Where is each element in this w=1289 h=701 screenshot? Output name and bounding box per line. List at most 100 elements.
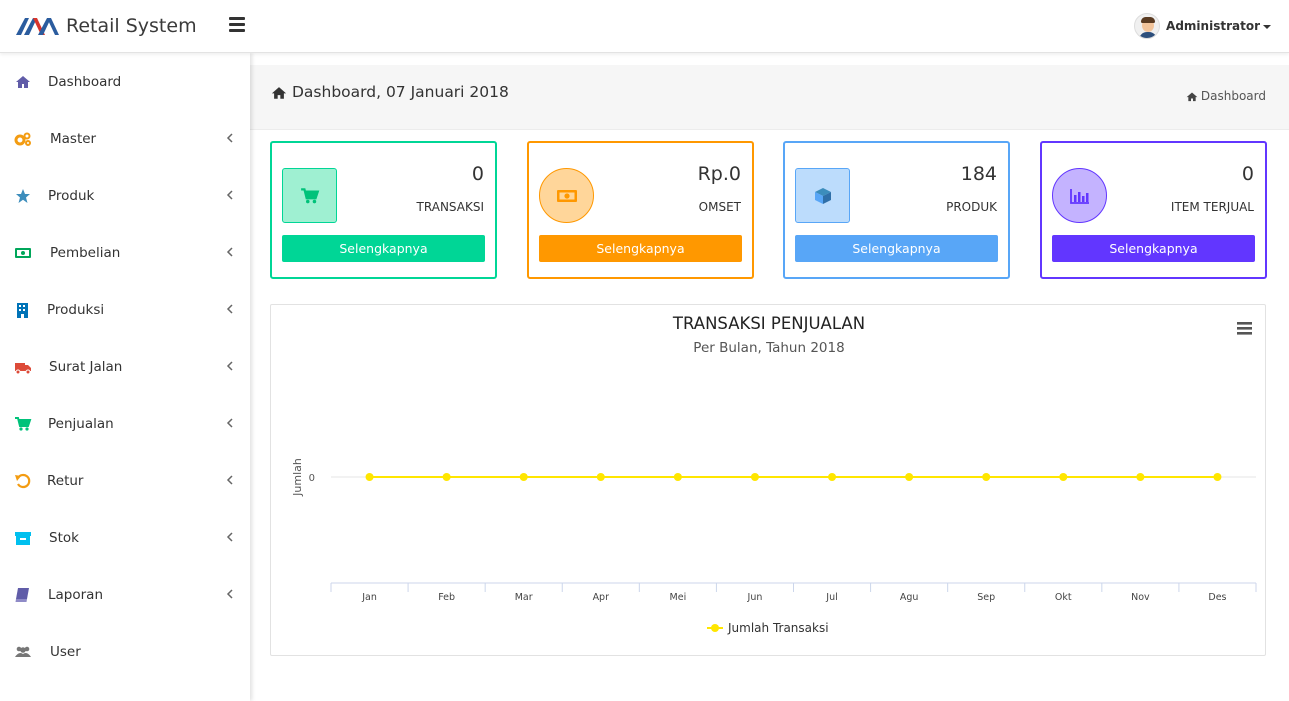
sidebar-item-label: User <box>50 644 81 660</box>
money-icon <box>556 189 577 202</box>
archive-icon <box>15 532 31 545</box>
y-tick-label: 0 <box>309 473 315 484</box>
chevron-left-icon <box>226 304 233 314</box>
selengkapnya-button[interactable]: Selengkapnya <box>795 235 998 262</box>
card-label: OMSET <box>698 200 741 214</box>
undo-icon <box>15 473 31 489</box>
card-value: Rp.0 <box>697 163 741 185</box>
sidebar-item-retur[interactable]: Retur <box>0 461 250 501</box>
sidebar-toggle-button[interactable] <box>229 17 245 33</box>
gears-icon <box>14 132 31 146</box>
sidebar-item-produk[interactable]: Produk <box>0 176 250 216</box>
money-icon <box>15 248 31 258</box>
selengkapnya-button[interactable]: Selengkapnya <box>539 235 742 262</box>
breadcrumb-item: Dashboard <box>1200 89 1266 103</box>
building-icon <box>17 303 28 318</box>
stat-card-omset: Rp.0 OMSET Selengkapnya <box>527 141 754 279</box>
page-title-text: Dashboard, 07 Januari 2018 <box>292 83 509 101</box>
sidebar-item-label: Penjualan <box>48 416 114 432</box>
data-point <box>365 473 374 481</box>
cart-icon <box>300 187 319 203</box>
data-point <box>828 473 837 481</box>
x-tick-label: Jun <box>747 592 763 603</box>
data-point <box>673 473 682 481</box>
bar-chart-icon <box>1069 188 1089 204</box>
x-tick-label: Apr <box>593 592 610 603</box>
chart-menu-button[interactable] <box>1237 322 1252 335</box>
chart-panel: TRANSAKSI PENJUALAN Per Bulan, Tahun 201… <box>270 304 1266 656</box>
users-icon <box>15 646 31 657</box>
breadcrumb[interactable]: Dashboard <box>1186 89 1266 103</box>
chart-title: TRANSAKSI PENJUALAN <box>672 314 865 333</box>
card-label: TRANSAKSI <box>416 200 484 214</box>
chart-subtitle: Per Bulan, Tahun 2018 <box>693 340 844 356</box>
stat-card-item-terjual: 0 ITEM TERJUAL Selengkapnya <box>1040 141 1267 279</box>
card-icon-box <box>282 168 337 223</box>
main-content: Dashboard, 07 Januari 2018 Dashboard 0 T… <box>250 53 1289 701</box>
x-tick-label: Mar <box>515 592 533 603</box>
card-icon-box <box>795 168 850 223</box>
x-tick-label: Mei <box>670 592 687 603</box>
card-icon-box <box>539 168 594 223</box>
data-point <box>519 473 528 481</box>
sidebar-item-produksi[interactable]: Produksi <box>0 290 250 330</box>
star-icon <box>16 189 30 203</box>
sidebar-item-label: Laporan <box>48 587 104 603</box>
brand-logo <box>16 18 59 35</box>
sidebar-item-pembelian[interactable]: Pembelian <box>0 233 250 273</box>
sidebar-item-master[interactable]: Master <box>0 119 250 159</box>
chevron-left-icon <box>226 532 233 542</box>
card-value: 184 <box>960 163 997 185</box>
y-axis-label: Jumlah <box>291 458 304 497</box>
card-value: 0 <box>471 163 484 185</box>
x-tick-label: Agu <box>900 592 919 603</box>
sidebar-item-surat-jalan[interactable]: Surat Jalan <box>0 347 250 387</box>
sidebar-item-dashboard[interactable]: Dashboard <box>0 62 250 102</box>
chevron-left-icon <box>226 475 233 485</box>
chevron-left-icon <box>226 190 233 200</box>
sidebar: Dashboard Master Produk Pembelian Produk… <box>0 53 250 701</box>
data-point <box>982 473 991 481</box>
x-tick-label: Sep <box>977 592 995 603</box>
card-value: 0 <box>1241 163 1254 185</box>
page-title: Dashboard, 07 Januari 2018 <box>271 83 509 101</box>
sidebar-item-penjualan[interactable]: Penjualan <box>0 404 250 444</box>
stat-card-produk: 184 PRODUK Selengkapnya <box>783 141 1010 279</box>
brand[interactable]: Retail System <box>16 12 197 40</box>
line-chart: TRANSAKSI PENJUALAN Per Bulan, Tahun 201… <box>291 314 1257 635</box>
user-menu[interactable]: Administrator <box>1134 13 1271 39</box>
sidebar-item-label: Master <box>50 131 97 147</box>
data-point <box>442 473 451 481</box>
selengkapnya-button[interactable]: Selengkapnya <box>1052 235 1255 262</box>
home-icon <box>1186 92 1198 101</box>
sidebar-item-label: Retur <box>47 473 84 489</box>
data-point <box>596 473 605 481</box>
chevron-left-icon <box>226 361 233 371</box>
home-icon <box>16 76 30 88</box>
data-point <box>1213 473 1222 481</box>
selengkapnya-button[interactable]: Selengkapnya <box>282 235 485 262</box>
card-label: ITEM TERJUAL <box>1170 200 1254 214</box>
card-icon-box <box>1052 168 1107 223</box>
caret-down-icon <box>1263 25 1271 29</box>
sidebar-item-user[interactable]: User <box>0 632 250 672</box>
book-icon <box>15 588 29 602</box>
x-tick-label: Nov <box>1131 592 1150 603</box>
chevron-left-icon <box>226 418 233 428</box>
x-tick-label: Jul <box>825 592 837 603</box>
data-point <box>750 473 759 481</box>
sidebar-item-label: Dashboard <box>48 74 122 90</box>
content-header: Dashboard, 07 Januari 2018 Dashboard <box>250 65 1289 130</box>
sidebar-item-label: Stok <box>49 530 79 546</box>
sidebar-item-label: Produksi <box>47 302 105 318</box>
truck-icon <box>15 363 31 375</box>
x-tick-label: Okt <box>1055 592 1072 603</box>
home-icon <box>271 86 287 99</box>
data-point <box>905 473 914 481</box>
sidebar-item-stok[interactable]: Stok <box>0 518 250 558</box>
cube-icon <box>814 187 831 204</box>
cart-icon <box>15 417 32 431</box>
sidebar-item-laporan[interactable]: Laporan <box>0 575 250 615</box>
data-point <box>1136 473 1145 481</box>
x-tick-label: Feb <box>438 592 455 603</box>
